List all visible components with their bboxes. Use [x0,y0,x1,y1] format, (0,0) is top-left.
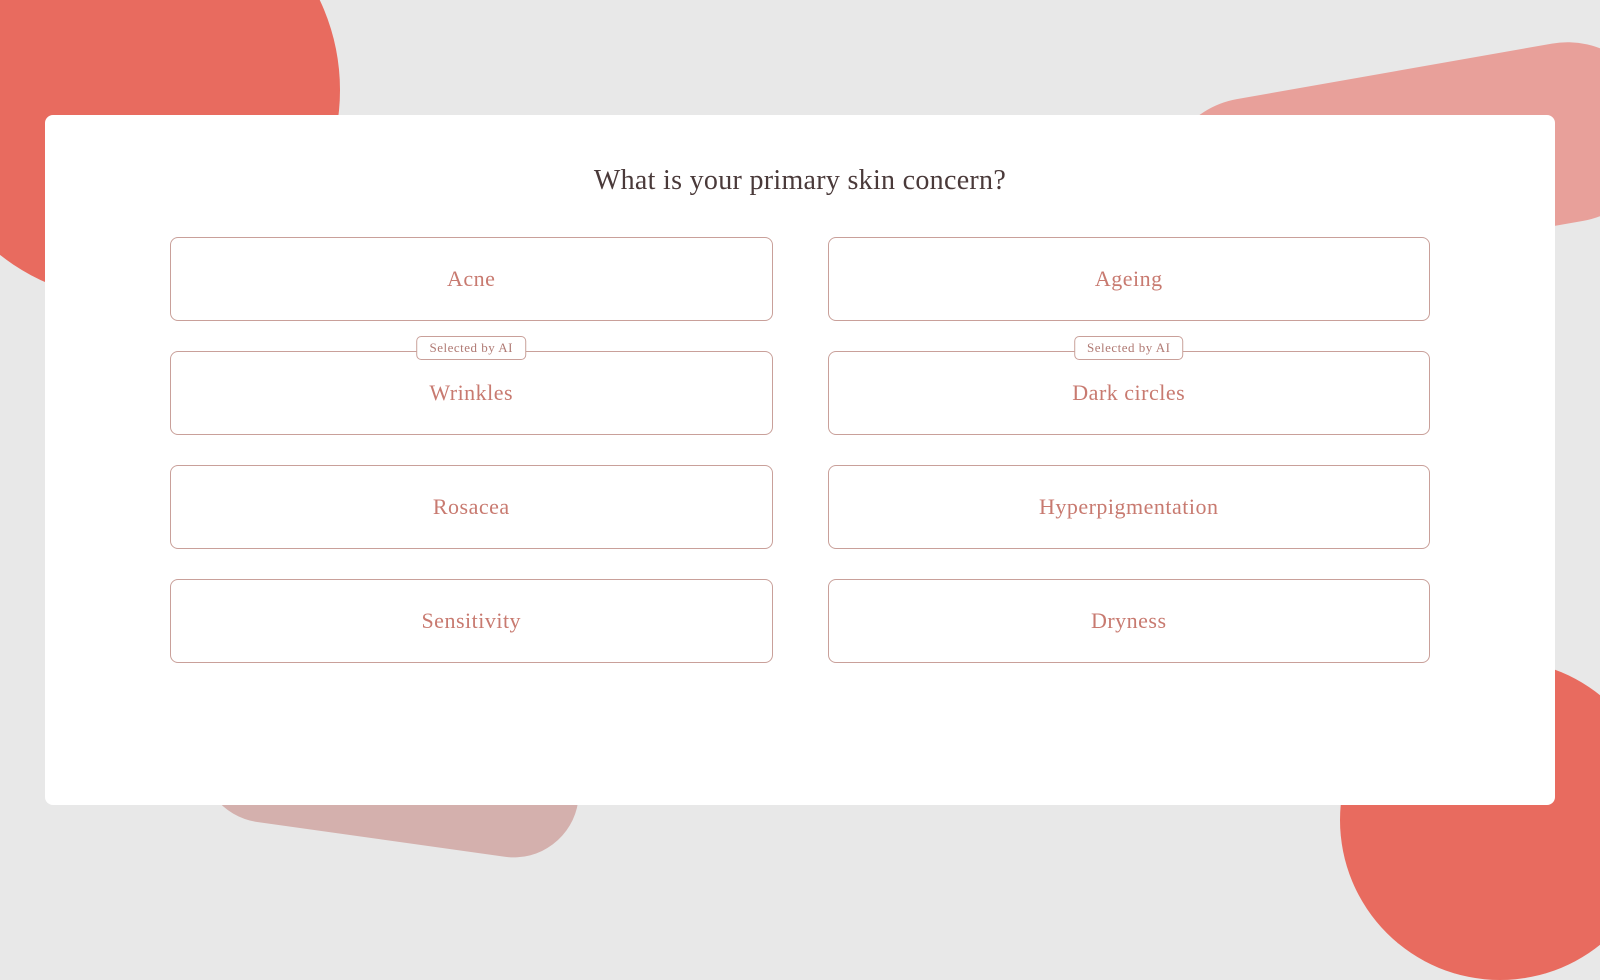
option-rosacea-label: Rosacea [191,494,752,520]
option-dryness[interactable]: Dryness [828,579,1431,663]
option-dark-circles-label: Dark circles [849,380,1410,406]
option-acne[interactable]: Acne [170,237,773,321]
option-sensitivity-label: Sensitivity [191,608,752,634]
option-hyperpigmentation[interactable]: Hyperpigmentation [828,465,1431,549]
option-ageing[interactable]: Ageing [828,237,1431,321]
ai-badge-wrinkles: Selected by AI [416,336,526,360]
option-sensitivity[interactable]: Sensitivity [170,579,773,663]
option-dark-circles[interactable]: Selected by AI Dark circles [828,351,1431,435]
option-acne-label: Acne [191,266,752,292]
option-rosacea[interactable]: Rosacea [170,465,773,549]
options-grid: Acne Ageing Selected by AI Wrinkles Sele… [170,237,1430,663]
page-title: What is your primary skin concern? [594,165,1006,197]
option-wrinkles[interactable]: Selected by AI Wrinkles [170,351,773,435]
main-card: What is your primary skin concern? Acne … [45,115,1555,805]
option-ageing-label: Ageing [849,266,1410,292]
option-wrinkles-label: Wrinkles [191,380,752,406]
ai-badge-dark-circles: Selected by AI [1074,336,1184,360]
option-hyperpigmentation-label: Hyperpigmentation [849,494,1410,520]
option-dryness-label: Dryness [849,608,1410,634]
